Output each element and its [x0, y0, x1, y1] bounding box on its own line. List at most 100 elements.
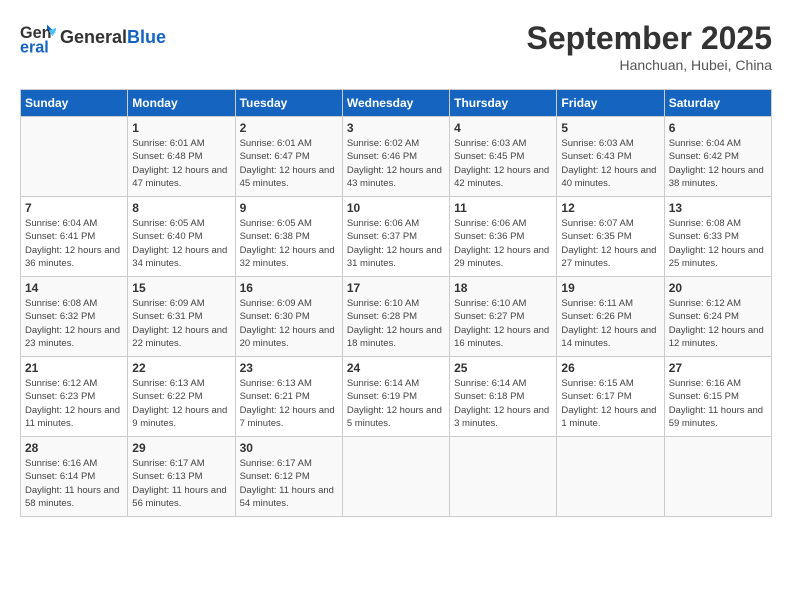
calendar-cell: 2 Sunrise: 6:01 AM Sunset: 6:47 PM Daylig… [235, 117, 342, 197]
calendar-cell: 30Sunrise: 6:17 AM Sunset: 6:12 PM Dayli… [235, 437, 342, 517]
day-number: 2 [240, 121, 338, 135]
calendar-cell: 17 Sunrise: 6:10 AM Sunset: 6:28 PM Dayli… [342, 277, 449, 357]
day-number: 26 [561, 361, 659, 375]
day-of-week-header: Friday [557, 90, 664, 117]
day-info: Sunrise: 6:10 AM Sunset: 6:27 PM Dayligh… [454, 297, 552, 350]
day-info: Sunrise: 6:01 AM Sunset: 6:48 PM Dayligh… [132, 137, 230, 190]
calendar-cell [450, 437, 557, 517]
day-number: 9 [240, 201, 338, 215]
calendar-week-row: 28 Sunrise: 6:16 AM Sunset: 6:14 PM Dayli… [21, 437, 772, 517]
day-number: 19 [561, 281, 659, 295]
day-number: 1 [132, 121, 230, 135]
day-number: 17 [347, 281, 445, 295]
day-info: Sunrise: 6:12 AM Sunset: 6:24 PM Dayligh… [669, 297, 767, 350]
calendar-cell: 19 Sunrise: 6:11 AM Sunset: 6:26 PM Dayli… [557, 277, 664, 357]
day-number: 13 [669, 201, 767, 215]
day-info: Sunrise: 6:09 AM Sunset: 6:30 PM Dayligh… [240, 297, 338, 350]
day-info: Sunrise: 6:04 AM Sunset: 6:41 PM Dayligh… [25, 217, 123, 270]
day-info: Sunrise: 6:17 AM Sunset: 6:12 PM Dayligh… [240, 457, 338, 510]
day-number: 24 [347, 361, 445, 375]
day-info: Sunrise: 6:09 AM Sunset: 6:31 PM Dayligh… [132, 297, 230, 350]
day-info: Sunrise: 6:05 AM Sunset: 6:40 PM Dayligh… [132, 217, 230, 270]
month-title: September 2025 [527, 20, 772, 57]
day-number: 23 [240, 361, 338, 375]
calendar-cell: 5 Sunrise: 6:03 AM Sunset: 6:43 PM Daylig… [557, 117, 664, 197]
day-info: Sunrise: 6:05 AM Sunset: 6:38 PM Dayligh… [240, 217, 338, 270]
day-number: 5 [561, 121, 659, 135]
calendar-cell: 6 Sunrise: 6:04 AM Sunset: 6:42 PM Daylig… [664, 117, 771, 197]
day-info: Sunrise: 6:06 AM Sunset: 6:37 PM Dayligh… [347, 217, 445, 270]
day-info: Sunrise: 6:14 AM Sunset: 6:18 PM Dayligh… [454, 377, 552, 430]
title-block: September 2025 Hanchuan, Hubei, China [527, 20, 772, 73]
day-info: Sunrise: 6:06 AM Sunset: 6:36 PM Dayligh… [454, 217, 552, 270]
calendar-cell: 15 Sunrise: 6:09 AM Sunset: 6:31 PM Dayli… [128, 277, 235, 357]
day-info: Sunrise: 6:10 AM Sunset: 6:28 PM Dayligh… [347, 297, 445, 350]
calendar-cell: 9 Sunrise: 6:05 AM Sunset: 6:38 PM Daylig… [235, 197, 342, 277]
calendar-cell: 11 Sunrise: 6:06 AM Sunset: 6:36 PM Dayli… [450, 197, 557, 277]
calendar-cell: 14 Sunrise: 6:08 AM Sunset: 6:32 PM Dayli… [21, 277, 128, 357]
day-info: Sunrise: 6:16 AM Sunset: 6:14 PM Dayligh… [25, 457, 123, 510]
day-info: Sunrise: 6:01 AM Sunset: 6:47 PM Dayligh… [240, 137, 338, 190]
day-number: 28 [25, 441, 123, 455]
calendar-cell [21, 117, 128, 197]
calendar-cell: 21 Sunrise: 6:12 AM Sunset: 6:23 PM Dayli… [21, 357, 128, 437]
calendar-cell: 22 Sunrise: 6:13 AM Sunset: 6:22 PM Dayli… [128, 357, 235, 437]
day-info: Sunrise: 6:14 AM Sunset: 6:19 PM Dayligh… [347, 377, 445, 430]
calendar-cell: 27 Sunrise: 6:16 AM Sunset: 6:15 PM Dayli… [664, 357, 771, 437]
calendar-week-row: 14 Sunrise: 6:08 AM Sunset: 6:32 PM Dayli… [21, 277, 772, 357]
calendar-week-row: 1 Sunrise: 6:01 AM Sunset: 6:48 PM Daylig… [21, 117, 772, 197]
day-number: 21 [25, 361, 123, 375]
calendar-cell: 23Sunrise: 6:13 AM Sunset: 6:21 PM Dayli… [235, 357, 342, 437]
calendar-cell: 3Sunrise: 6:02 AM Sunset: 6:46 PM Daylig… [342, 117, 449, 197]
calendar-table: SundayMondayTuesdayWednesdayThursdayFrid… [20, 89, 772, 517]
day-number: 14 [25, 281, 123, 295]
day-number: 12 [561, 201, 659, 215]
day-info: Sunrise: 6:15 AM Sunset: 6:17 PM Dayligh… [561, 377, 659, 430]
day-number: 18 [454, 281, 552, 295]
logo-line1: GeneralBlue [60, 27, 166, 49]
logo: Gen eral GeneralBlue [20, 20, 166, 56]
calendar-cell: 1 Sunrise: 6:01 AM Sunset: 6:48 PM Daylig… [128, 117, 235, 197]
day-number: 10 [347, 201, 445, 215]
calendar-cell: 24 Sunrise: 6:14 AM Sunset: 6:19 PM Dayli… [342, 357, 449, 437]
calendar-cell [342, 437, 449, 517]
day-of-week-header: Wednesday [342, 90, 449, 117]
day-number: 8 [132, 201, 230, 215]
day-number: 11 [454, 201, 552, 215]
day-info: Sunrise: 6:08 AM Sunset: 6:32 PM Dayligh… [25, 297, 123, 350]
day-info: Sunrise: 6:03 AM Sunset: 6:45 PM Dayligh… [454, 137, 552, 190]
day-info: Sunrise: 6:04 AM Sunset: 6:42 PM Dayligh… [669, 137, 767, 190]
day-number: 16 [240, 281, 338, 295]
day-number: 6 [669, 121, 767, 135]
svg-text:eral: eral [20, 38, 49, 56]
day-of-week-header: Tuesday [235, 90, 342, 117]
day-number: 15 [132, 281, 230, 295]
calendar-cell: 25 Sunrise: 6:14 AM Sunset: 6:18 PM Dayli… [450, 357, 557, 437]
day-of-week-row: SundayMondayTuesdayWednesdayThursdayFrid… [21, 90, 772, 117]
day-number: 27 [669, 361, 767, 375]
calendar-week-row: 21 Sunrise: 6:12 AM Sunset: 6:23 PM Dayli… [21, 357, 772, 437]
day-info: Sunrise: 6:08 AM Sunset: 6:33 PM Dayligh… [669, 217, 767, 270]
page-header: Gen eral GeneralBlue September 2025 Hanc… [20, 20, 772, 73]
calendar-cell: 13 Sunrise: 6:08 AM Sunset: 6:33 PM Dayli… [664, 197, 771, 277]
day-number: 7 [25, 201, 123, 215]
calendar-week-row: 7 Sunrise: 6:04 AM Sunset: 6:41 PM Daylig… [21, 197, 772, 277]
day-number: 25 [454, 361, 552, 375]
day-number: 29 [132, 441, 230, 455]
day-of-week-header: Sunday [21, 90, 128, 117]
calendar-cell: 10 Sunrise: 6:06 AM Sunset: 6:37 PM Dayli… [342, 197, 449, 277]
day-info: Sunrise: 6:16 AM Sunset: 6:15 PM Dayligh… [669, 377, 767, 430]
day-info: Sunrise: 6:07 AM Sunset: 6:35 PM Dayligh… [561, 217, 659, 270]
calendar-cell: 28 Sunrise: 6:16 AM Sunset: 6:14 PM Dayli… [21, 437, 128, 517]
day-number: 22 [132, 361, 230, 375]
calendar-cell [557, 437, 664, 517]
day-of-week-header: Thursday [450, 90, 557, 117]
day-info: Sunrise: 6:03 AM Sunset: 6:43 PM Dayligh… [561, 137, 659, 190]
day-info: Sunrise: 6:12 AM Sunset: 6:23 PM Dayligh… [25, 377, 123, 430]
day-of-week-header: Saturday [664, 90, 771, 117]
calendar-cell: 7 Sunrise: 6:04 AM Sunset: 6:41 PM Daylig… [21, 197, 128, 277]
calendar-cell: 20Sunrise: 6:12 AM Sunset: 6:24 PM Dayli… [664, 277, 771, 357]
day-info: Sunrise: 6:11 AM Sunset: 6:26 PM Dayligh… [561, 297, 659, 350]
day-info: Sunrise: 6:13 AM Sunset: 6:22 PM Dayligh… [132, 377, 230, 430]
calendar-cell [664, 437, 771, 517]
